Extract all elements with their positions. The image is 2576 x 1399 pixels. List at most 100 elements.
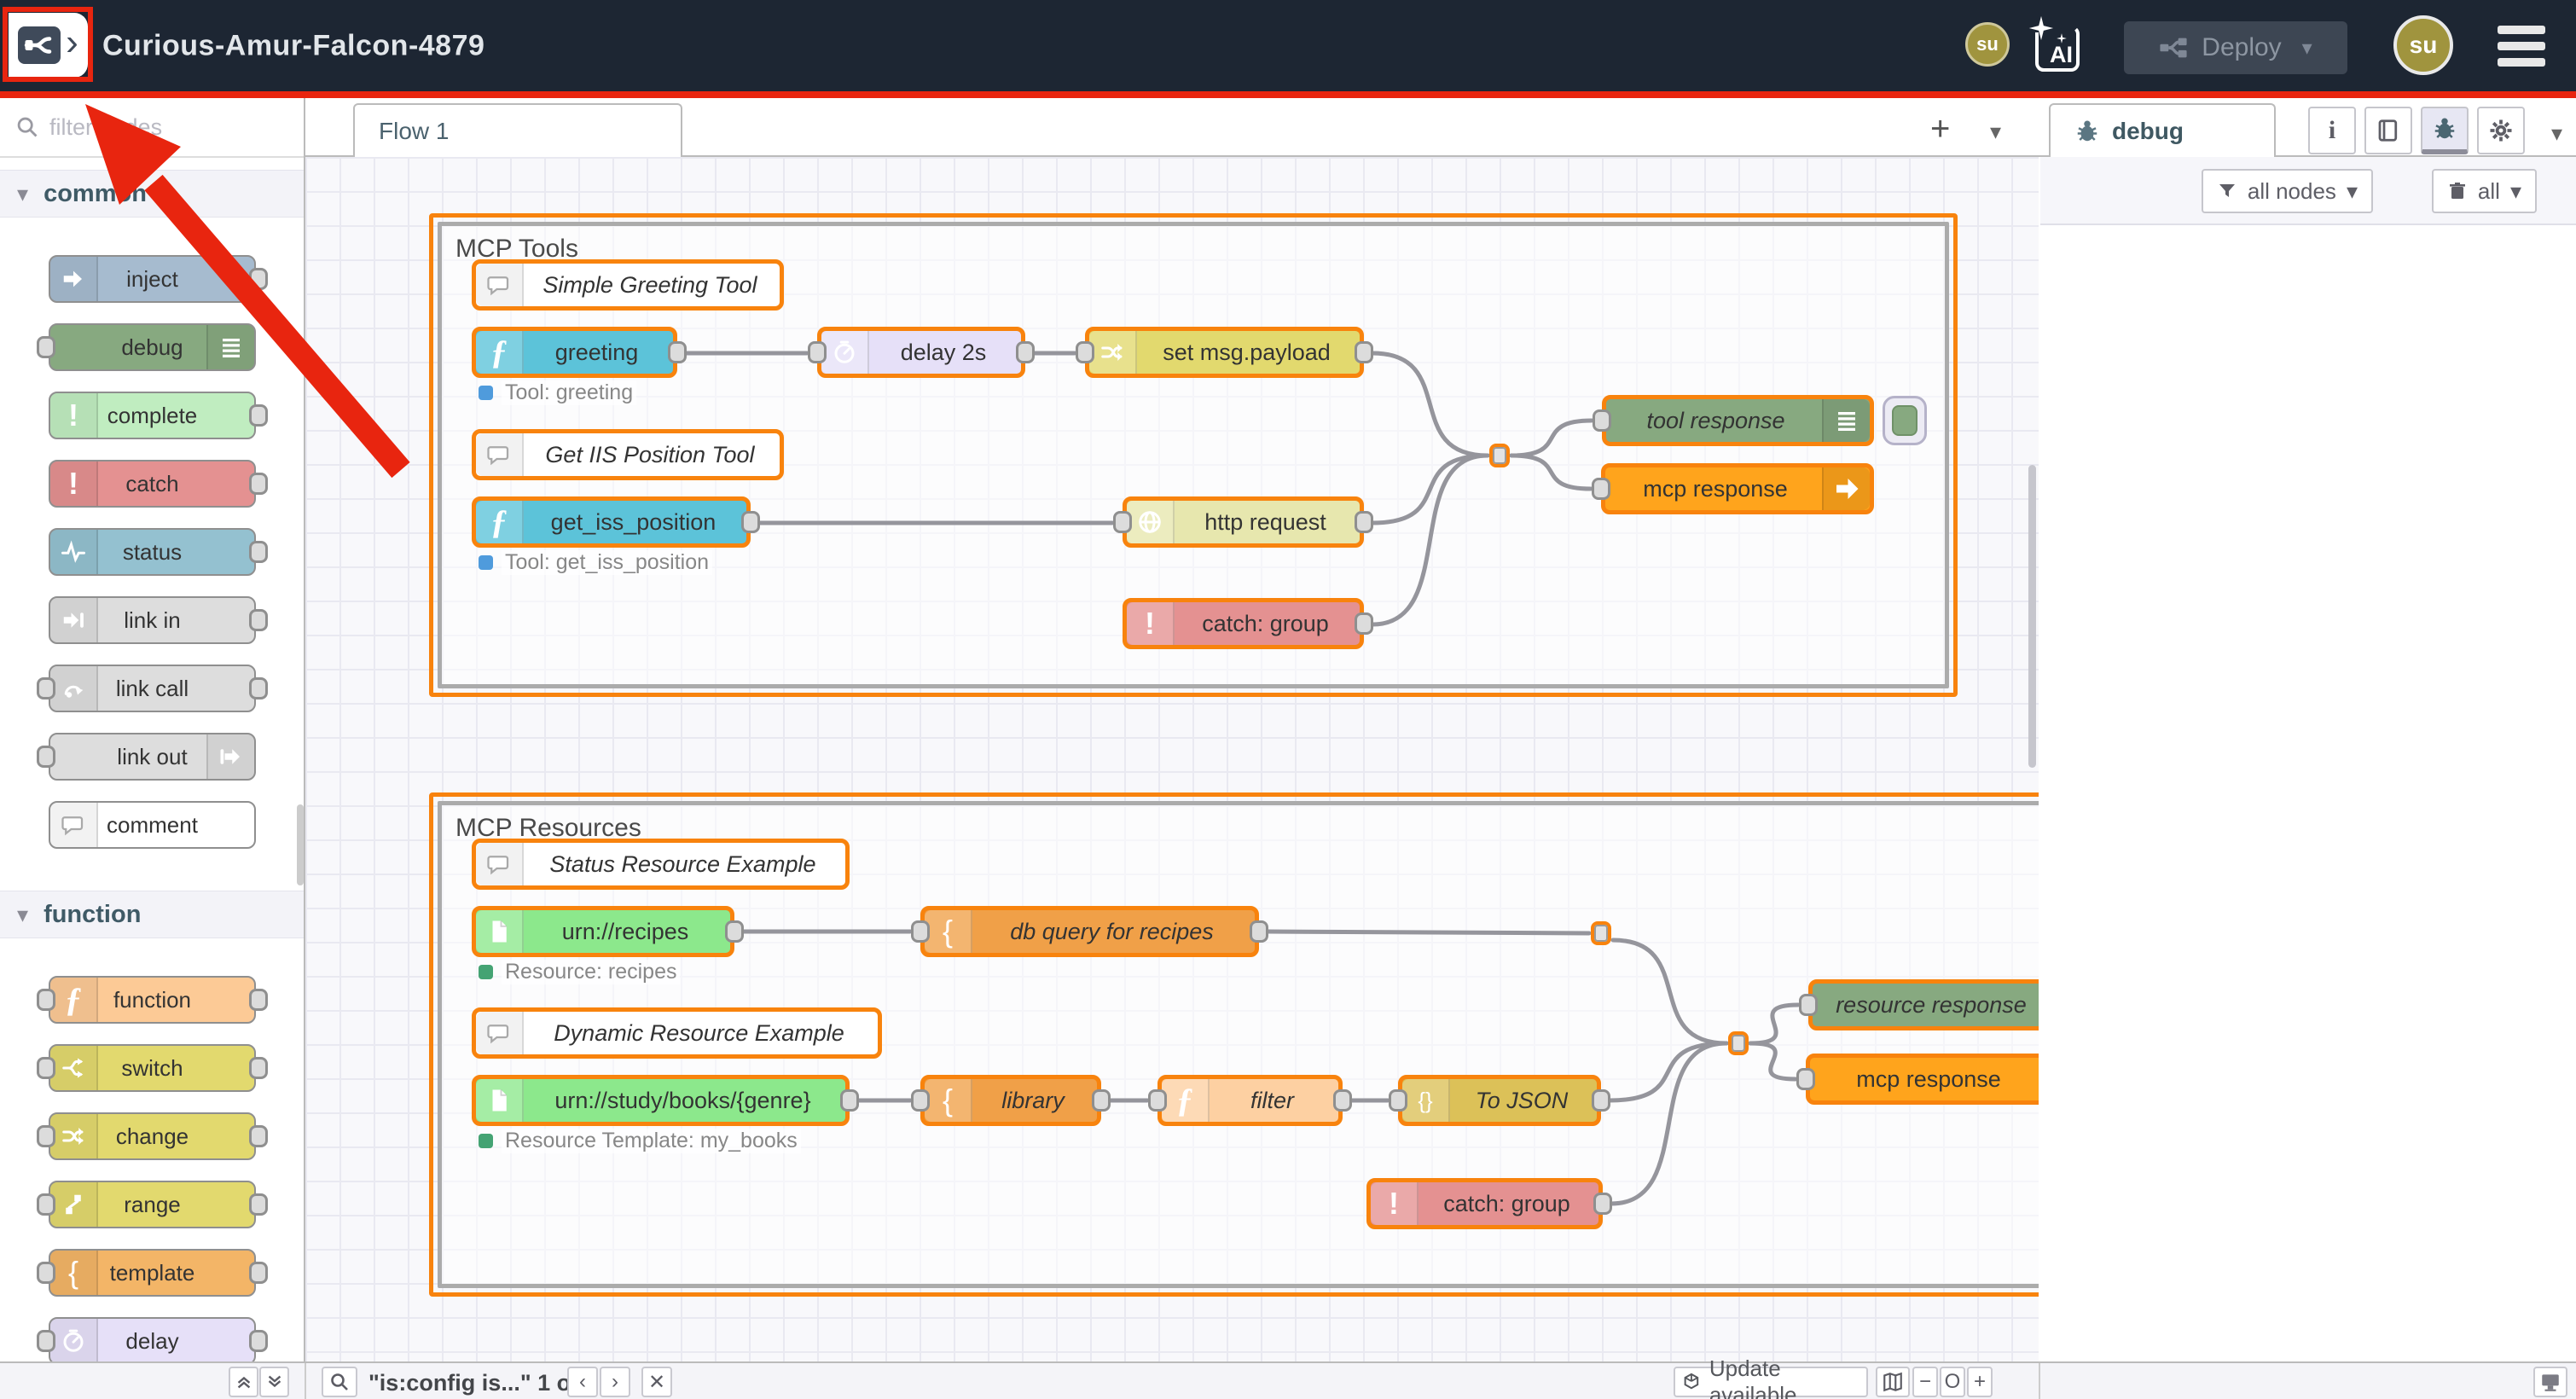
input-port[interactable] [37, 746, 55, 768]
input-port[interactable] [37, 1193, 55, 1216]
output-port[interactable] [1355, 511, 1373, 533]
node-delay-2s[interactable]: delay 2s [817, 327, 1025, 378]
palette-item-link-in[interactable]: link in [49, 596, 256, 644]
palette-item-debug[interactable]: debug [49, 323, 256, 371]
input-port[interactable] [911, 1089, 930, 1112]
flow-list-caret-icon[interactable]: ▾ [1990, 119, 2001, 145]
wire-junction[interactable] [1489, 444, 1510, 467]
output-port[interactable] [249, 268, 268, 290]
zoom-out-button[interactable]: − [1912, 1367, 1938, 1397]
wire-junction[interactable] [1591, 921, 1611, 945]
output-port[interactable] [249, 541, 268, 563]
input-port[interactable] [37, 677, 55, 700]
output-port[interactable] [1092, 1089, 1111, 1112]
wire[interactable] [1511, 456, 1591, 489]
tab-flow-1[interactable]: Flow 1 [353, 103, 682, 157]
node-catch-group-resources[interactable]: !catch: group [1366, 1178, 1603, 1229]
wire[interactable] [1750, 1043, 1796, 1079]
comment-dynamic-resource-example[interactable]: Dynamic Resource Example [472, 1007, 882, 1059]
output-port[interactable] [249, 404, 268, 427]
palette-item-function[interactable]: ƒfunction [49, 976, 256, 1024]
input-port[interactable] [1796, 1068, 1815, 1090]
node-resource-response[interactable]: resource response [1808, 979, 2039, 1030]
debug-sidebar-button[interactable] [2421, 107, 2469, 154]
main-menu-button[interactable] [2498, 26, 2545, 67]
palette-item-catch[interactable]: !catch [49, 460, 256, 508]
input-port[interactable] [37, 1330, 55, 1352]
output-port[interactable] [668, 341, 687, 363]
output-port[interactable] [725, 920, 744, 943]
output-port[interactable] [249, 473, 268, 495]
output-port[interactable] [249, 1193, 268, 1216]
wire-junction[interactable] [1728, 1031, 1749, 1055]
node-set-msg-payload[interactable]: set msg.payload [1085, 327, 1364, 378]
zoom-in-button[interactable]: + [1967, 1367, 1993, 1397]
input-port[interactable] [808, 341, 827, 363]
palette-item-status[interactable]: status [49, 528, 256, 576]
node-library[interactable]: {library [920, 1075, 1101, 1126]
input-port[interactable] [1076, 341, 1094, 363]
node-greeting[interactable]: ƒgreeting [472, 327, 677, 378]
config-sidebar-button[interactable] [2477, 107, 2525, 154]
palette-category-common[interactable]: ▾common [0, 170, 304, 218]
input-port[interactable] [37, 336, 55, 358]
comment-status-resource-example[interactable]: Status Resource Example [472, 839, 850, 890]
deploy-caret-icon[interactable]: ▾ [2302, 36, 2312, 61]
canvas-search-button[interactable] [322, 1367, 357, 1397]
output-port[interactable] [1016, 341, 1035, 363]
output-port[interactable] [1592, 1089, 1610, 1112]
output-port[interactable] [249, 677, 268, 700]
avatar-user[interactable]: su [2393, 15, 2453, 75]
output-port[interactable] [249, 1330, 268, 1352]
palette-item-template[interactable]: {template [49, 1249, 256, 1297]
palette-item-change[interactable]: change [49, 1112, 256, 1160]
node-db-query-for-recipes[interactable]: {db query for recipes [920, 906, 1259, 957]
palette-item-inject[interactable]: inject [49, 255, 256, 303]
input-port[interactable] [1593, 409, 1611, 432]
palette-search[interactable]: filter nodes [0, 98, 304, 158]
input-port[interactable] [911, 920, 930, 943]
canvas-scrollbar[interactable] [2028, 465, 2036, 768]
avatar-small[interactable]: su [1965, 22, 2010, 67]
palette-expand-all-button[interactable] [259, 1367, 289, 1397]
output-port[interactable] [249, 1125, 268, 1147]
add-flow-button[interactable]: + [1930, 110, 1950, 148]
debug-enable-toggle[interactable] [1883, 396, 1927, 445]
output-port[interactable] [249, 989, 268, 1011]
search-next-button[interactable]: › [600, 1367, 630, 1397]
zoom-reset-button[interactable]: O [1940, 1367, 1965, 1397]
input-port[interactable] [37, 1125, 55, 1147]
update-available-button[interactable]: Update available [1674, 1367, 1868, 1397]
info-sidebar-button[interactable]: i [2308, 107, 2356, 154]
flow-canvas[interactable]: MCP ToolsMCP ResourcesSimple Greeting To… [305, 157, 2039, 1361]
search-prev-button[interactable]: ‹ [567, 1367, 598, 1397]
sidebar-caret-icon[interactable]: ▾ [2551, 120, 2562, 147]
help-sidebar-button[interactable] [2364, 107, 2412, 154]
wire[interactable] [1372, 353, 1488, 456]
output-port[interactable] [249, 1057, 268, 1079]
output-port[interactable] [1593, 1193, 1612, 1215]
input-port[interactable] [1148, 1089, 1167, 1112]
wire[interactable] [1372, 456, 1488, 624]
palette-collapse-all-button[interactable] [229, 1367, 258, 1397]
input-port[interactable] [37, 989, 55, 1011]
node-mcp-response-tools[interactable]: mcp response [1601, 463, 1874, 514]
tab-debug[interactable]: debug [2049, 103, 2276, 157]
node-tool-response[interactable]: tool response [1602, 395, 1874, 446]
wire[interactable] [1610, 1043, 1726, 1100]
palette-category-function[interactable]: ▾function [0, 891, 304, 938]
output-port[interactable] [249, 609, 268, 631]
debug-filter-button[interactable]: all nodes ▾ [2202, 169, 2373, 213]
wire[interactable] [1372, 456, 1488, 523]
minimap-toggle-button[interactable] [1876, 1367, 1910, 1397]
canvas-preview-button[interactable] [2533, 1367, 2567, 1397]
node-urn-recipes[interactable]: urn://recipes [472, 906, 734, 957]
search-close-button[interactable]: ✕ [641, 1367, 672, 1397]
node-urn-study-books-genre[interactable]: urn://study/books/{genre} [472, 1075, 850, 1126]
node-http-request[interactable]: http request [1123, 496, 1364, 548]
output-port[interactable] [249, 1262, 268, 1284]
palette-item-switch[interactable]: switch [49, 1044, 256, 1092]
palette-item-range[interactable]: range [49, 1181, 256, 1228]
comment-get-iis-position-tool[interactable]: Get IIS Position Tool [472, 429, 784, 480]
palette-item-comment[interactable]: comment [49, 801, 256, 849]
